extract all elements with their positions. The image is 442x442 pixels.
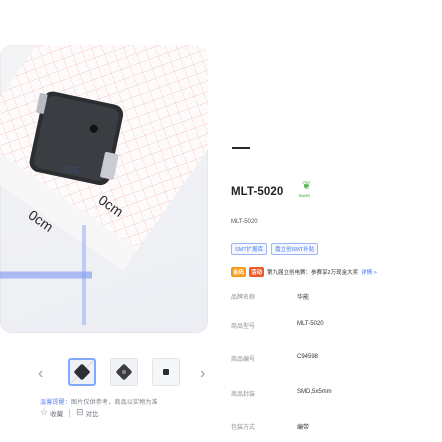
divider [69,408,71,417]
thumbnail-1[interactable] [68,358,96,386]
spec-label: 商品封装 [231,392,256,398]
promo-badge-gold: 金码 [231,267,247,277]
product-title: MLT-5020 [231,186,284,198]
compare-button[interactable]: 对比 [86,408,99,418]
favorite-button[interactable]: 收藏 [50,408,63,418]
spec-value: 编带 [297,425,310,431]
promo-details-link[interactable]: 详情 > [361,268,377,276]
tag-smt-subsidy[interactable]: 嘉立创SMT补贴 [271,243,319,255]
thumbnail-3[interactable] [152,358,180,386]
spec-label: 品牌名称 [231,295,256,301]
spec-value[interactable]: C94598 [297,354,318,360]
tag-smt-library[interactable]: SMT扩展库 [231,243,268,255]
next-arrow-icon[interactable]: › [200,364,205,384]
promo-badge-event: 活动 [249,267,265,277]
image-disclaimer: 温馨提醒：图片仅供参考，商品以实物为准 [40,397,158,406]
thumbnail-2[interactable] [110,358,138,386]
thumbnail-strip: ‹ › [38,358,218,394]
spec-row: 商品编号 C94598 [231,354,431,366]
prev-arrow-icon[interactable]: ‹ [38,364,43,384]
spec-label: 包装方式 [231,425,256,431]
decorative-dash [232,147,250,149]
spec-row: 商品封装 SMD,5x5mm [231,389,431,401]
spec-value: MLT-5020 [297,321,324,327]
product-main-image[interactable]: 0cm 0cm LCSC [0,45,208,333]
model-subtitle: MLT-5020 [231,219,258,225]
rohs-badge: ❦ RoHS [299,180,317,200]
spec-label: 商品型号 [231,324,256,330]
spec-row: 包装方式 编带 [231,422,431,434]
svg-text:LCSC: LCSC [60,166,82,175]
rohs-label: RoHS [299,193,310,198]
leaf-icon: ❦ [302,180,312,192]
promo-banner: 金码 活动 第九届立创电赛：参赛享2万现金大奖 详情 > [231,267,377,277]
spec-label: 商品编号 [231,357,256,363]
spec-value: SMD,5x5mm [297,389,332,395]
tag-list: SMT扩展库 嘉立创SMT补贴 [231,243,319,255]
compare-icon[interactable]: ⊟ [76,407,84,418]
disclaimer-text: 图片仅供参考，商品以实物为准 [71,400,158,406]
spec-row: 品牌名称 华能 [231,292,431,304]
promo-text: 第九届立创电赛：参赛享2万现金大奖 [267,270,359,276]
spec-row: 商品型号 MLT-5020 [231,321,431,333]
star-icon[interactable]: ☆ [40,407,48,418]
action-row: ☆ 收藏 ⊟ 对比 [40,407,99,418]
disclaimer-label: 温馨提醒： [40,400,72,406]
spec-value: 华能 [297,295,310,301]
